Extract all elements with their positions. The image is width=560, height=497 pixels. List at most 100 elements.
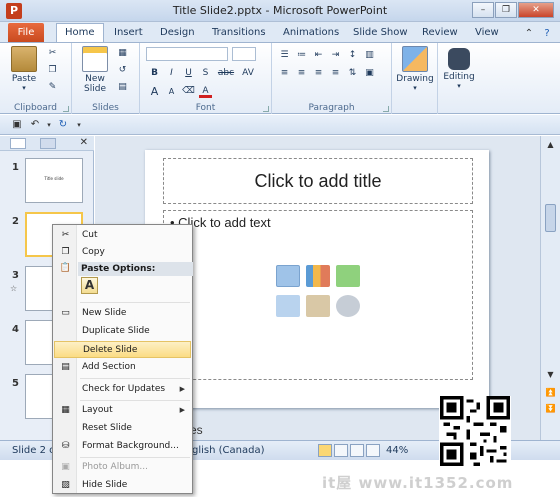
normal-view-icon[interactable] bbox=[318, 444, 332, 457]
paragraph-launcher-icon[interactable] bbox=[383, 106, 389, 112]
paste-keep-formatting-button[interactable]: A bbox=[81, 277, 98, 294]
align-center-icon[interactable]: ≡ bbox=[295, 67, 308, 80]
copy-icon: ❐ bbox=[61, 247, 70, 257]
scrollbar-thumb[interactable] bbox=[545, 204, 556, 232]
undo-dropdown-icon[interactable]: ▾ bbox=[42, 118, 56, 132]
slide-thumbnail-1[interactable]: Title slide bbox=[25, 158, 83, 203]
tab-home[interactable]: Home bbox=[56, 23, 104, 43]
font-size-combo[interactable] bbox=[232, 47, 256, 61]
menu-item-format-background[interactable]: ⛁ Format Background... bbox=[54, 438, 191, 455]
insert-table-icon[interactable] bbox=[276, 265, 300, 287]
vertical-scrollbar[interactable]: ▲ ▼ ⏫ ⏬ bbox=[540, 136, 560, 440]
insert-clipart-icon[interactable] bbox=[306, 295, 330, 317]
help-icon[interactable]: ? bbox=[540, 27, 554, 41]
slides-tab-icon[interactable] bbox=[10, 138, 26, 149]
layout-icon[interactable]: ▦ bbox=[116, 47, 129, 60]
slideshow-view-icon[interactable] bbox=[366, 444, 380, 457]
reset-icon[interactable]: ↺ bbox=[116, 64, 129, 77]
align-left-icon[interactable]: ≡ bbox=[278, 67, 291, 80]
underline-button[interactable]: U bbox=[182, 67, 195, 80]
font-name-combo[interactable] bbox=[146, 47, 228, 61]
smartart-icon[interactable]: ▣ bbox=[363, 67, 376, 80]
save-icon[interactable]: ▣ bbox=[10, 118, 24, 132]
tab-insert[interactable]: Insert bbox=[114, 25, 143, 42]
bullets-icon[interactable]: ☰ bbox=[278, 49, 291, 62]
slide-number: 2 bbox=[12, 216, 19, 227]
slides-group-label: Slides bbox=[92, 103, 119, 113]
close-button[interactable]: ✕ bbox=[518, 2, 554, 18]
submenu-arrow-icon: ▶ bbox=[179, 385, 185, 393]
shrink-font-button[interactable]: A bbox=[165, 85, 178, 98]
character-spacing-button[interactable]: AV bbox=[240, 67, 256, 80]
new-slide-button[interactable]: New Slide bbox=[78, 46, 112, 94]
line-spacing-icon[interactable]: ↕ bbox=[346, 49, 359, 62]
content-placeholder[interactable]: • Click to add text bbox=[163, 210, 473, 380]
align-right-icon[interactable]: ≡ bbox=[312, 67, 325, 80]
clipboard-launcher-icon[interactable] bbox=[63, 106, 69, 112]
shadow-button[interactable]: S bbox=[199, 67, 212, 80]
grow-font-button[interactable]: A bbox=[148, 85, 161, 98]
title-bar: P Title Slide2.pptx - Microsoft PowerPoi… bbox=[0, 0, 560, 22]
insert-smartart-icon[interactable] bbox=[336, 265, 360, 287]
reading-view-icon[interactable] bbox=[350, 444, 364, 457]
redo-icon[interactable]: ↻ bbox=[56, 118, 70, 132]
previous-slide-icon[interactable]: ⏫ bbox=[544, 386, 557, 399]
menu-item-cut[interactable]: ✂ Cut bbox=[54, 227, 191, 244]
undo-icon[interactable]: ↶ bbox=[28, 118, 42, 132]
menu-item-duplicate-slide[interactable]: Duplicate Slide bbox=[54, 323, 191, 340]
cut-icon[interactable]: ✂ bbox=[46, 47, 59, 60]
tab-design[interactable]: Design bbox=[160, 25, 195, 42]
scroll-down-icon[interactable]: ▼ bbox=[544, 368, 557, 381]
language-status[interactable]: glish (Canada) bbox=[192, 445, 265, 456]
justify-icon[interactable]: ≡ bbox=[329, 67, 342, 80]
minimize-button[interactable]: – bbox=[472, 2, 494, 18]
tab-slide-show[interactable]: Slide Show bbox=[353, 25, 408, 42]
scroll-up-icon[interactable]: ▲ bbox=[544, 138, 557, 151]
section-icon[interactable]: ▤ bbox=[116, 81, 129, 94]
copy-icon[interactable]: ❐ bbox=[46, 64, 59, 77]
menu-item-hide-slide[interactable]: ▨ Hide Slide bbox=[54, 477, 191, 494]
italic-button[interactable]: I bbox=[165, 67, 178, 80]
zoom-level[interactable]: 44% bbox=[386, 445, 408, 456]
columns-icon[interactable]: ▥ bbox=[363, 49, 376, 62]
insert-media-icon[interactable] bbox=[336, 295, 360, 317]
tab-transitions[interactable]: Transitions bbox=[212, 25, 266, 42]
menu-item-delete-slide[interactable]: Delete Slide bbox=[54, 341, 191, 358]
tab-review[interactable]: Review bbox=[422, 25, 458, 42]
slides-group: New Slide ▦ ↺ ▤ Slides bbox=[72, 43, 140, 114]
tab-view[interactable]: View bbox=[475, 25, 499, 42]
drawing-button[interactable]: Drawing ▾ bbox=[394, 46, 436, 92]
title-placeholder[interactable]: Click to add title bbox=[163, 158, 473, 204]
animation-star-icon: ☆ bbox=[10, 284, 18, 293]
slide-sorter-icon[interactable] bbox=[334, 444, 348, 457]
bold-button[interactable]: B bbox=[148, 67, 161, 80]
format-painter-icon[interactable]: ✎ bbox=[46, 81, 59, 94]
menu-item-new-slide[interactable]: ▭ New Slide bbox=[54, 305, 191, 322]
increase-indent-icon[interactable]: ⇥ bbox=[329, 49, 342, 62]
insert-picture-icon[interactable] bbox=[276, 295, 300, 317]
font-launcher-icon[interactable] bbox=[263, 106, 269, 112]
text-direction-icon[interactable]: ⇅ bbox=[346, 67, 359, 80]
minimize-ribbon-icon[interactable]: ⌃ bbox=[522, 27, 536, 41]
font-color-icon[interactable]: A bbox=[199, 85, 212, 98]
menu-item-copy[interactable]: ❐ Copy bbox=[54, 244, 191, 261]
menu-item-layout[interactable]: ▦ Layout ▶ bbox=[54, 402, 191, 419]
menu-item-reset-slide[interactable]: Reset Slide bbox=[54, 420, 191, 437]
strikethrough-button[interactable]: abc bbox=[216, 67, 236, 80]
customize-qat-icon[interactable]: ▾ bbox=[72, 118, 86, 132]
outline-tab-icon[interactable] bbox=[40, 138, 56, 149]
menu-item-add-section[interactable]: ▤ Add Section bbox=[54, 359, 191, 376]
editing-button[interactable]: Editing ▾ bbox=[438, 46, 480, 90]
panel-tabs: ✕ bbox=[0, 136, 94, 151]
decrease-indent-icon[interactable]: ⇤ bbox=[312, 49, 325, 62]
paste-button[interactable]: Paste ▾ bbox=[10, 46, 38, 92]
numbering-icon[interactable]: ≔ bbox=[295, 49, 308, 62]
restore-button[interactable]: ❐ bbox=[495, 2, 517, 18]
insert-chart-icon[interactable] bbox=[306, 265, 330, 287]
clear-formatting-icon[interactable]: ⌫ bbox=[182, 85, 195, 98]
tab-file[interactable]: File bbox=[8, 23, 44, 42]
close-panel-icon[interactable]: ✕ bbox=[80, 137, 88, 148]
menu-item-check-updates[interactable]: Check for Updates ▶ bbox=[54, 381, 191, 398]
next-slide-icon[interactable]: ⏬ bbox=[544, 402, 557, 415]
tab-animations[interactable]: Animations bbox=[283, 25, 339, 42]
